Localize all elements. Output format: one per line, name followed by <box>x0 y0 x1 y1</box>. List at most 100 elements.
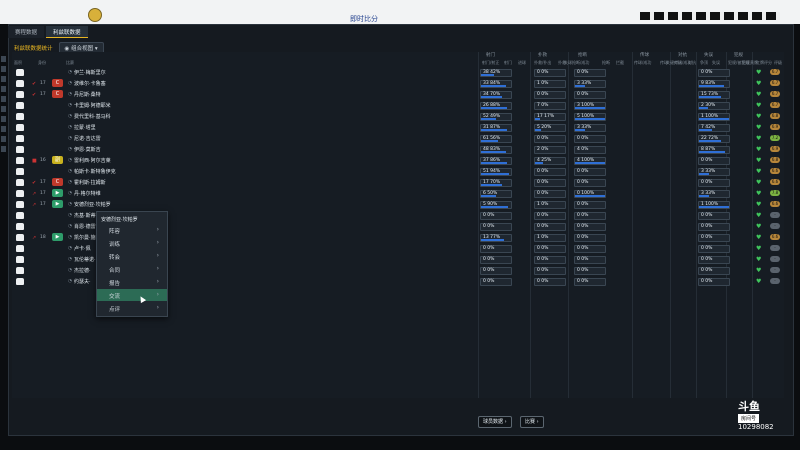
context-menu-item[interactable]: 报告 › <box>97 276 167 288</box>
club-crest-icon <box>88 8 102 22</box>
stat-value: 0 0% <box>577 235 589 240</box>
player-name[interactable]: 伊恩·莫斯吉 <box>74 146 101 153</box>
player-name[interactable]: 瓦伦蒂诺· <box>74 256 96 263</box>
table-row[interactable]: ◔ 帕斯卡·斯特鲁伊克 ♥ 6.6 51 94% 0 0% 0 0% 3 33% <box>12 167 784 176</box>
column-header[interactable]: 射门/射正 <box>482 60 499 66</box>
tab-fixture-data[interactable]: 赛程数据 <box>8 26 45 38</box>
watermark-tag: 房间号 <box>738 414 760 423</box>
player-name[interactable]: 凯尔曼·施 <box>74 234 96 241</box>
stat-value: 1 0% <box>537 81 549 86</box>
context-menu-item[interactable]: 阵容 › <box>97 224 167 236</box>
table-row[interactable]: ◔ 费代里科·基马科 ♥ 6.8 52 49% 17 17% 5 100% 1 100% <box>12 112 784 121</box>
column-header[interactable]: 失球 <box>564 60 572 66</box>
table-row[interactable]: ■ 16 ◔ 雷利西·阿尔吉莱 ♥ 6.8 副 37 86% 4 25% 4 100% 0… <box>12 156 784 165</box>
sidebar-marker[interactable] <box>1 66 6 72</box>
compare-button[interactable]: 比赛 › <box>520 416 544 428</box>
column-header[interactable]: 失误 <box>712 60 720 66</box>
tab-club-data[interactable]: 利兹联数据 <box>46 26 88 38</box>
context-menu-item[interactable]: 合同 › <box>97 263 167 275</box>
sidebar-marker[interactable] <box>1 76 6 82</box>
column-header[interactable]: 红牌 <box>756 60 764 66</box>
player-name[interactable]: 杰拉德· <box>74 267 91 274</box>
tab-bar: 赛程数据 利兹联数据 <box>8 26 88 38</box>
table-row[interactable]: ◔ 拉蒙·塔里 ♥ 6.9 31 87% 5 20% 3 33% 7 42% <box>12 123 784 132</box>
column-header[interactable]: 抢断 <box>602 60 610 66</box>
rating-badge: 6.6 <box>770 201 780 207</box>
stat-bar: 0 0% <box>574 179 606 187</box>
column-header[interactable]: 评级 <box>774 60 782 66</box>
player-name[interactable]: 肖恩·德雷 <box>74 223 96 230</box>
column-header[interactable]: 进球 <box>518 60 526 66</box>
stat-bar: 0 0% <box>534 267 566 275</box>
table-row[interactable]: ◔ 卡里姆·阿德耶米 ♥ 6.7 26 88% 7 0% 3 100% 2 30% <box>12 101 784 110</box>
stat-bar: 3 33% <box>698 190 730 198</box>
stat-value: 61 56% <box>483 136 501 141</box>
column-header[interactable]: 比赛 <box>66 60 74 66</box>
player-name[interactable]: 费代里科·基马科 <box>74 113 111 120</box>
player-name[interactable]: 安德烈亚·坎帕罗 <box>74 201 111 208</box>
table-row[interactable]: ✔ 17 ◔ 丹尼斯·桑特 ♥ 6.7 C 34 70% 0 0% 0 0% 15 73% <box>12 90 784 99</box>
column-header[interactable]: 身份 <box>38 60 46 66</box>
player-name[interactable]: 卡里姆·阿德耶米 <box>74 102 111 109</box>
player-name[interactable]: 波维尔·卡鲁塞 <box>74 80 106 87</box>
table-row[interactable]: ✔ 17 ◔ 波维尔·卡鲁塞 ♥ 6.7 C 33 84% 1 0% 3 33% 9 83… <box>12 79 784 88</box>
column-header[interactable]: 拦截 <box>616 60 624 66</box>
player-name[interactable]: 丹·格尔特维 <box>74 190 101 197</box>
column-header[interactable]: 对抗 <box>688 60 696 66</box>
table-row[interactable]: ↗ 17 ◔ 丹·格尔特维 ♥ 7.8 ▶ 6 50% 0 0% 0 100% 3 33% <box>12 189 784 198</box>
column-header[interactable]: 扑救/扑出 <box>534 60 551 66</box>
column-header[interactable]: 抢断/成功 <box>572 60 589 66</box>
player-name[interactable]: 卢卡·佩 <box>74 245 91 252</box>
position-icon: ◔ <box>68 158 72 163</box>
column-header[interactable]: 射门 <box>504 60 512 66</box>
sidebar-marker[interactable] <box>1 56 6 62</box>
sidebar-marker[interactable] <box>1 126 6 132</box>
kit-icon <box>16 234 24 241</box>
player-name[interactable]: 尼诺·吉达雷 <box>74 135 101 142</box>
position-icon: ◔ <box>68 191 72 196</box>
sidebar-marker[interactable] <box>1 136 6 142</box>
player-name[interactable]: 丹尼斯·桑特 <box>74 91 101 98</box>
stat-value: 33 84% <box>483 81 501 86</box>
table-row[interactable]: ◔ 尼诺·吉达雷 ♥ 7.2 61 56% 0 0% 0 0% 22 72% <box>12 134 784 143</box>
stat-bar: 0 0% <box>534 179 566 187</box>
morale-heart-icon: ♥ <box>756 135 762 142</box>
context-menu-item[interactable]: 转会 › <box>97 250 167 262</box>
stat-bar: 0 0% <box>480 223 512 231</box>
stat-value: 17 17% <box>537 114 555 119</box>
stat-bar: 4 100% <box>574 157 606 165</box>
sidebar-marker[interactable] <box>1 96 6 102</box>
table-row[interactable]: ↗ 17 ◔ 安德烈亚·坎帕罗 ♥ 6.6 ▶ 5 90% 1 0% 0 0% 1 100… <box>12 200 784 209</box>
stat-bar: 6 50% <box>480 190 512 198</box>
sidebar-marker[interactable] <box>1 116 6 122</box>
context-menu-item[interactable]: 训练 › <box>97 237 167 249</box>
window-title: 即时比分 <box>350 15 378 23</box>
column-header[interactable]: 评分 <box>764 60 772 66</box>
stat-bar: 0 0% <box>574 212 606 220</box>
stat-value: 0 0% <box>701 279 713 284</box>
player-name[interactable]: 杰基·斯蒂 <box>74 212 96 219</box>
table-row[interactable]: ✔ 17 ◔ 霍利斯·拉姆斯 ♥ 6.6 C 17 70% 0 0% 0 0% 0 0% <box>12 178 784 187</box>
player-name[interactable]: 雷利西·阿尔吉莱 <box>74 157 111 164</box>
player-name[interactable]: 约瑟夫· <box>74 278 91 285</box>
sidebar-marker[interactable] <box>1 106 6 112</box>
player-name[interactable]: 帕斯卡·斯特鲁伊克 <box>74 168 116 175</box>
column-header[interactable]: 犯规 <box>742 60 750 66</box>
player-name[interactable]: 拉蒙·塔里 <box>74 124 96 131</box>
table-row[interactable]: ◔ 伊兰·梅斯里尔 ♥ 6.7 38 42% 0 0% 0 0% 0 0% <box>12 68 784 77</box>
context-menu-item[interactable]: 交流 › <box>97 289 167 301</box>
player-name[interactable]: 伊兰·梅斯里尔 <box>74 69 106 76</box>
player-data-button[interactable]: 球员数据 › <box>478 416 512 428</box>
position-icon: ◔ <box>68 136 72 141</box>
sidebar-marker[interactable] <box>1 146 6 152</box>
column-header[interactable]: 传球/成功 <box>634 60 651 66</box>
context-menu-item[interactable]: 点评 › <box>97 302 167 314</box>
position-icon: ◔ <box>68 169 72 174</box>
column-header[interactable]: 面积 <box>14 60 22 66</box>
player-name[interactable]: 霍利斯·拉姆斯 <box>74 179 106 186</box>
column-header[interactable]: 争顶 <box>700 60 708 66</box>
position-icon: ◔ <box>68 202 72 207</box>
sidebar-marker[interactable] <box>1 86 6 92</box>
position-icon: ◔ <box>68 92 72 97</box>
table-row[interactable]: ◔ 伊恩·莫斯吉 ♥ 6.9 48 83% 2 0% 4 0% 8 87% <box>12 145 784 154</box>
